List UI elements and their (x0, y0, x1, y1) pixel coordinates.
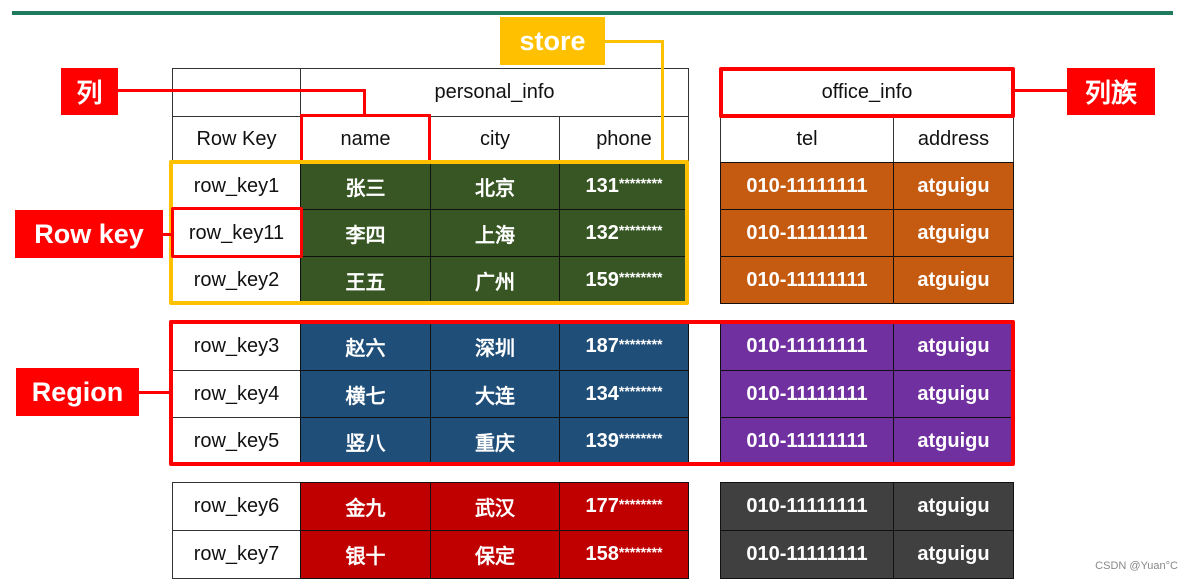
header-phone: phone (559, 116, 689, 163)
phone-cell: 158 ******** (559, 530, 689, 579)
family-header-personal-info: personal_info (300, 68, 689, 117)
row-key-cell: row_key6 (172, 482, 301, 531)
header-address: address (893, 116, 1014, 163)
column-highlight-box (300, 114, 431, 160)
region-highlight-box (169, 320, 1015, 466)
phone-prefix: 177 (585, 495, 619, 517)
column-connector-h (117, 89, 366, 92)
region-label: Region (16, 368, 139, 416)
column-label: 列 (61, 68, 118, 115)
header-row-key: Row Key (172, 116, 301, 163)
column-family-label: 列族 (1067, 68, 1155, 115)
tel-cell: 010-11111111 (720, 209, 894, 257)
tel-cell: 010-11111111 (720, 256, 894, 304)
header-city: city (430, 116, 560, 163)
store-connector-h (604, 40, 664, 43)
phone-cell: 177 ******** (559, 482, 689, 531)
column-family-highlight-box (719, 67, 1015, 118)
address-cell: atguigu (893, 209, 1014, 257)
watermark: CSDN @Yuan°C (1095, 560, 1178, 572)
address-cell: atguigu (893, 256, 1014, 304)
store-connector-v (661, 40, 664, 162)
phone-mask: ******** (618, 543, 663, 560)
column-connector-v (363, 89, 366, 116)
region-connector (139, 391, 170, 394)
header-tel: tel (720, 116, 894, 163)
name-cell: 银十 (300, 530, 431, 579)
store-label: store (500, 17, 605, 65)
address-cell: atguigu (893, 530, 1014, 579)
tel-cell: 010-11111111 (720, 162, 894, 210)
address-cell: atguigu (893, 162, 1014, 210)
row-key-cell: row_key7 (172, 530, 301, 579)
city-cell: 武汉 (430, 482, 560, 531)
city-cell: 保定 (430, 530, 560, 579)
tel-cell: 010-11111111 (720, 530, 894, 579)
column-family-connector (1015, 89, 1067, 92)
row-key-label: Row key (15, 210, 163, 258)
phone-prefix: 158 (585, 543, 619, 565)
tel-cell: 010-11111111 (720, 482, 894, 531)
top-divider-line (12, 11, 1173, 15)
name-cell: 金九 (300, 482, 431, 531)
row-key-connector (162, 233, 172, 236)
address-cell: atguigu (893, 482, 1014, 531)
header-blank-cell (172, 68, 301, 117)
row-key-highlight-box (171, 207, 303, 258)
phone-mask: ******** (618, 495, 663, 512)
